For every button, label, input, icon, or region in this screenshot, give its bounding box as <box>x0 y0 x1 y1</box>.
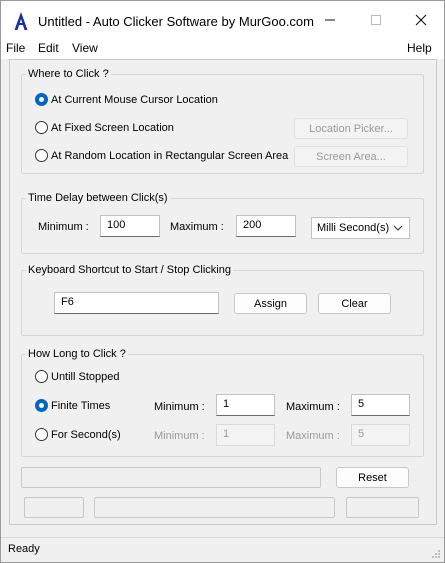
option-random-area-label: At Random Location in Rectangular Screen… <box>51 150 289 162</box>
radio-current-cursor[interactable] <box>35 93 48 106</box>
assign-button[interactable]: Assign <box>234 293 307 314</box>
option-current-cursor-label: At Current Mouse Cursor Location <box>51 94 218 106</box>
finite-times-label: Finite Times <box>51 400 111 412</box>
progress-bar <box>21 467 321 488</box>
window-title: Untitled - Auto Clicker Software by MurG… <box>38 14 314 29</box>
close-button[interactable] <box>398 1 444 39</box>
minimize-button[interactable] <box>307 1 353 39</box>
clear-button[interactable]: Clear <box>318 293 391 314</box>
resize-grip-icon[interactable] <box>431 549 441 559</box>
delay-max-input[interactable]: 200 <box>236 215 296 237</box>
time-delay-label: Time Delay between Click(s) <box>26 192 170 204</box>
info-pane-middle <box>94 497 335 518</box>
radio-fixed-location[interactable] <box>35 121 48 134</box>
reset-button[interactable]: Reset <box>336 467 409 488</box>
app-a-icon <box>14 12 28 30</box>
delay-max-label: Maximum : <box>170 221 224 233</box>
finite-min-label: Minimum : <box>154 401 205 413</box>
delay-unit-select[interactable]: Milli Second(s) <box>311 217 410 239</box>
menu-help[interactable]: Help <box>407 41 432 55</box>
seconds-min-input[interactable]: 1 <box>216 424 275 446</box>
where-to-click-label: Where to Click ? <box>26 68 111 80</box>
screen-area-button[interactable]: Screen Area... <box>294 146 408 167</box>
how-long-label: How Long to Click ? <box>26 348 128 360</box>
info-pane-left <box>24 497 84 518</box>
title-bar[interactable]: Untitled - Auto Clicker Software by MurG… <box>1 1 444 39</box>
menu-bar: File Edit View Help <box>1 39 444 59</box>
minimize-icon <box>325 19 335 21</box>
seconds-max-label: Maximum : <box>286 430 340 442</box>
shortcut-label: Keyboard Shortcut to Start / Stop Clicki… <box>26 264 233 276</box>
app-window: Untitled - Auto Clicker Software by MurG… <box>0 0 445 563</box>
option-fixed-location-label: At Fixed Screen Location <box>51 122 174 134</box>
close-icon <box>415 14 427 26</box>
status-bar: Ready <box>1 537 444 562</box>
radio-until-stopped[interactable] <box>35 370 48 383</box>
location-picker-button[interactable]: Location Picker... <box>294 118 408 139</box>
finite-max-label: Maximum : <box>286 401 340 413</box>
info-pane-right <box>346 497 419 518</box>
until-stopped-label: Untill Stopped <box>51 371 120 383</box>
seconds-min-label: Minimum : <box>154 430 205 442</box>
seconds-max-input[interactable]: 5 <box>351 424 410 446</box>
delay-min-label: Minimum : <box>38 221 89 233</box>
chevron-down-icon <box>393 225 403 231</box>
maximize-icon <box>371 15 381 25</box>
delay-unit-value: Milli Second(s) <box>317 222 390 234</box>
status-text: Ready <box>8 543 40 555</box>
menu-edit[interactable]: Edit <box>38 41 59 55</box>
menu-file[interactable]: File <box>6 41 25 55</box>
for-seconds-label: For Second(s) <box>51 429 121 441</box>
radio-for-seconds[interactable] <box>35 428 48 441</box>
radio-finite-times[interactable] <box>35 399 48 412</box>
radio-random-area[interactable] <box>35 149 48 162</box>
maximize-button <box>353 1 399 39</box>
menu-view[interactable]: View <box>72 41 98 55</box>
finite-min-input[interactable]: 1 <box>216 394 275 416</box>
shortcut-input[interactable]: F6 <box>54 292 219 314</box>
finite-max-input[interactable]: 5 <box>351 394 410 416</box>
delay-min-input[interactable]: 100 <box>100 215 160 237</box>
